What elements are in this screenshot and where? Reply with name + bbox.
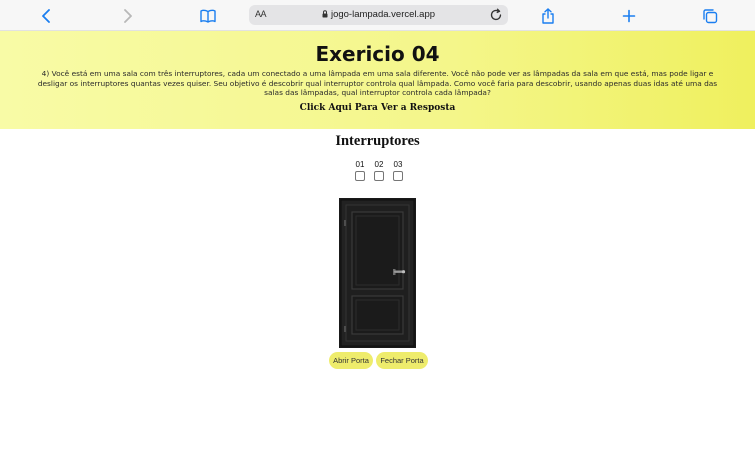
show-answer-link[interactable]: Click Aqui Para Ver a Resposta bbox=[0, 103, 755, 113]
new-tab-button[interactable] bbox=[618, 5, 640, 27]
exercise-header: Exericio 04 4) Você está em uma sala com… bbox=[0, 31, 755, 129]
back-icon bbox=[42, 9, 50, 23]
url-text: jogo-lampada.vercel.app bbox=[330, 9, 436, 20]
door-illustration bbox=[339, 198, 416, 348]
bookmarks-icon bbox=[200, 9, 216, 23]
url-display[interactable]: jogo-lampada.vercel.app bbox=[249, 9, 508, 20]
switch-label: 02 bbox=[374, 160, 384, 169]
bookmarks-button[interactable] bbox=[197, 5, 219, 27]
switches-title: Interruptores bbox=[335, 133, 420, 149]
switch-checkbox-02[interactable] bbox=[374, 171, 384, 181]
forward-icon bbox=[124, 9, 132, 23]
tabs-icon bbox=[703, 9, 718, 24]
forward-button[interactable] bbox=[116, 5, 138, 27]
switch-label: 01 bbox=[355, 160, 365, 169]
switch-02: 02 bbox=[372, 160, 386, 181]
door-image bbox=[339, 198, 416, 348]
new-tab-icon bbox=[622, 9, 636, 23]
switch-checkbox-01[interactable] bbox=[355, 171, 365, 181]
close-door-button[interactable]: Fechar Porta bbox=[376, 352, 428, 369]
switch-label: 03 bbox=[393, 160, 403, 169]
reload-icon[interactable] bbox=[489, 8, 503, 22]
open-door-button[interactable]: Abrir Porta bbox=[329, 352, 373, 369]
lock-icon bbox=[322, 10, 328, 18]
browser-toolbar: AA jogo-lampada.vercel.app bbox=[0, 0, 755, 31]
page-title: Exericio 04 bbox=[315, 42, 440, 66]
share-button[interactable] bbox=[537, 5, 559, 27]
tabs-button[interactable] bbox=[699, 5, 721, 27]
back-button[interactable] bbox=[36, 5, 58, 27]
exercise-description: 4) Você está em uma sala com três interr… bbox=[37, 69, 718, 97]
switch-03: 03 bbox=[391, 160, 405, 181]
switch-01: 01 bbox=[353, 160, 367, 181]
address-bar[interactable]: AA jogo-lampada.vercel.app bbox=[249, 5, 508, 25]
page: AA jogo-lampada.vercel.app Exericio 04 4… bbox=[0, 0, 755, 472]
switch-checkbox-03[interactable] bbox=[393, 171, 403, 181]
share-icon bbox=[542, 8, 554, 24]
